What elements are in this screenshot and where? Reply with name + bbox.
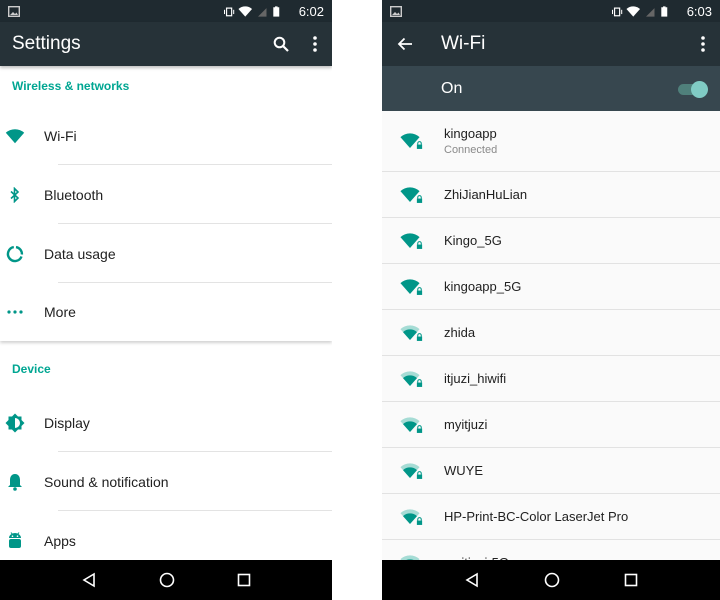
wifi-network-item[interactable]: kingoapp Connected (382, 111, 720, 172)
screenshot-notification-icon (8, 5, 20, 17)
arrow-back-icon (397, 37, 412, 51)
network-ssid: WUYE (444, 463, 483, 478)
recents-nav-button[interactable] (624, 573, 638, 587)
wifi-signal-lock-icon (400, 232, 423, 249)
wifi-network-item[interactable]: itjuzi_hiwifi (382, 356, 720, 402)
brightness-icon (5, 413, 25, 432)
home-nav-button[interactable] (544, 572, 560, 588)
android-icon (9, 531, 21, 548)
settings-item-label: Sound & notification (44, 473, 169, 490)
settings-item-more[interactable]: More (0, 283, 332, 341)
back-nav-button[interactable] (464, 572, 480, 588)
settings-screen: 6:02 Settings Wireless & networks Wi-Fi … (0, 0, 332, 600)
wifi-network-item[interactable]: HP-Print-BC-Color LaserJet Pro (382, 494, 720, 540)
app-bar: Settings (0, 22, 332, 66)
bluetooth-icon (10, 186, 20, 203)
more-vert-icon (313, 36, 317, 52)
wifi-signal-lock-icon (400, 133, 423, 149)
more-horiz-icon (7, 310, 23, 314)
wifi-network-item[interactable]: myitjuzi (382, 402, 720, 448)
wifi-toggle-row[interactable]: On (382, 66, 720, 111)
app-bar: Wi-Fi (382, 22, 720, 66)
switch-thumb (691, 80, 708, 98)
network-ssid: myitjuzi (444, 417, 488, 432)
settings-item-label: Data usage (44, 245, 116, 262)
bell-icon (8, 473, 22, 491)
status-icons (612, 5, 680, 18)
wifi-toggle-switch[interactable] (678, 80, 708, 98)
wifi-network-item[interactable]: kingoapp_5G (382, 264, 720, 310)
status-bar: 6:02 (0, 0, 332, 22)
wifi-signal-lock-icon (400, 324, 423, 341)
status-bar: 6:03 (382, 0, 720, 22)
back-button[interactable] (382, 22, 428, 66)
network-ssid: zhida (444, 325, 476, 340)
settings-item-data-usage[interactable]: Data usage (0, 224, 332, 283)
page-title: Settings (12, 33, 81, 54)
wifi-signal-lock-icon (400, 416, 423, 433)
settings-item-display[interactable]: Display (0, 393, 332, 452)
wifi-icon (4, 128, 26, 144)
wifi-network-item[interactable]: WUYE (382, 448, 720, 494)
wifi-network-item[interactable]: ZhiJianHuLian (382, 172, 720, 218)
settings-item-label: More (44, 304, 76, 320)
network-ssid: kingoapp (444, 126, 497, 141)
clock: 6:02 (298, 3, 324, 19)
settings-item-label: Bluetooth (44, 186, 104, 203)
page-title: Wi-Fi (441, 33, 486, 54)
overflow-menu-button[interactable] (686, 22, 720, 66)
wifi-screen: 6:03 Wi-Fi On kingoapp Connected ZhiJianHu… (382, 0, 720, 600)
wifi-signal-lock-icon (400, 508, 423, 525)
wifi-network-list: kingoapp Connected ZhiJianHuLian Kingo_5G ki… (382, 111, 720, 586)
status-icons (224, 5, 292, 18)
device-section: Device Display Sound & notification Apps (0, 341, 332, 570)
wifi-toggle-label: On (441, 79, 463, 97)
recents-nav-button[interactable] (237, 573, 251, 587)
network-ssid: kingoapp_5G (444, 279, 522, 294)
data-usage-icon (6, 245, 24, 262)
more-vert-icon (701, 36, 705, 52)
wifi-signal-lock-icon (400, 186, 423, 203)
overflow-menu-button[interactable] (298, 22, 332, 66)
network-ssid: ZhiJianHuLian (444, 187, 528, 202)
wifi-signal-lock-icon (400, 370, 423, 387)
screenshot-notification-icon (390, 5, 402, 17)
section-header-wireless: Wireless & networks (12, 79, 130, 93)
settings-item-bluetooth[interactable]: Bluetooth (0, 165, 332, 224)
navigation-bar (382, 560, 720, 600)
wifi-signal-lock-icon (400, 278, 423, 295)
back-nav-button[interactable] (81, 572, 97, 588)
settings-item-wifi[interactable]: Wi-Fi (0, 106, 332, 165)
settings-item-label: Apps (44, 532, 76, 549)
network-ssid: HP-Print-BC-Color LaserJet Pro (444, 509, 629, 524)
wifi-network-item[interactable]: zhida (382, 310, 720, 356)
search-icon (273, 36, 289, 52)
settings-item-label: Display (44, 414, 90, 431)
settings-item-label: Wi-Fi (44, 127, 77, 144)
settings-item-sound[interactable]: Sound & notification (0, 452, 332, 511)
section-header-device: Device (12, 362, 51, 376)
network-ssid: itjuzi_hiwifi (444, 371, 507, 386)
wireless-networks-card: Wireless & networks Wi-Fi Bluetooth Data… (0, 66, 332, 341)
network-ssid: Kingo_5G (444, 233, 502, 248)
navigation-bar (0, 560, 332, 600)
wifi-signal-lock-icon (400, 462, 423, 479)
wifi-network-item[interactable]: Kingo_5G (382, 218, 720, 264)
search-button[interactable] (264, 22, 298, 66)
clock: 6:03 (686, 3, 712, 19)
home-nav-button[interactable] (159, 572, 175, 588)
network-status: Connected (444, 144, 498, 156)
